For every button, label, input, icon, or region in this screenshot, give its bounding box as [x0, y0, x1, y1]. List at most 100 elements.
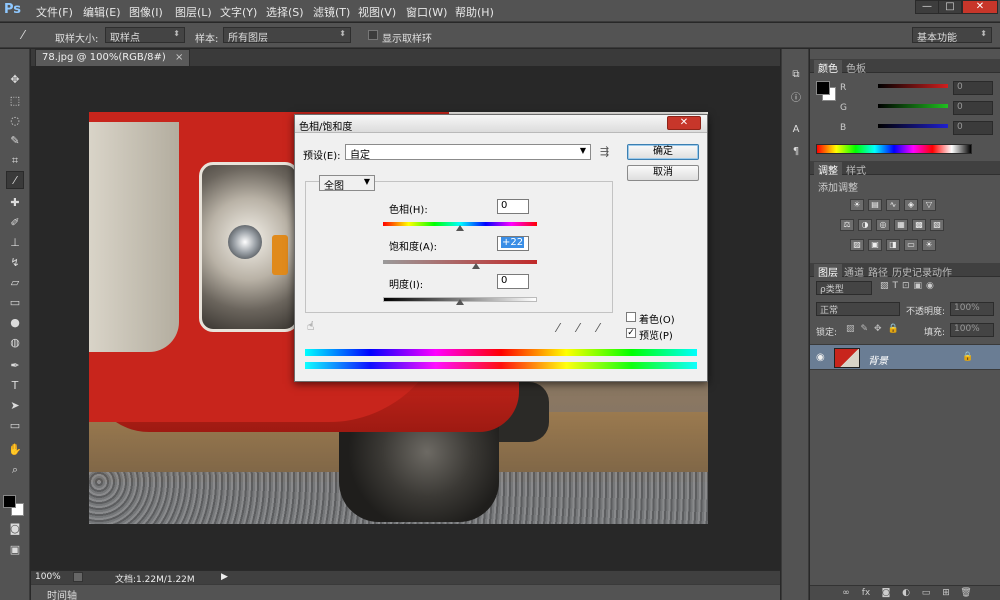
blue-value-input[interactable]: 0: [953, 121, 993, 135]
dodge-tool-icon[interactable]: ◍: [6, 334, 24, 352]
saturation-slider[interactable]: [383, 260, 537, 264]
shape-tool-icon[interactable]: ▭: [6, 417, 24, 435]
tab-swatches[interactable]: 色板: [842, 60, 870, 75]
menu-type[interactable]: 文字(Y): [220, 4, 257, 20]
menu-window[interactable]: 窗口(W): [406, 4, 447, 20]
menu-edit[interactable]: 编辑(E): [83, 4, 121, 20]
sample-select[interactable]: 所有图层 ⬍: [223, 27, 351, 44]
menu-filter[interactable]: 滤镜(T): [313, 4, 350, 20]
screen-mode-icon[interactable]: ▣: [6, 541, 24, 559]
ok-button[interactable]: 确定: [627, 144, 699, 160]
channel-select[interactable]: 全图 ▼: [319, 175, 375, 192]
document-tab[interactable]: 78.jpg @ 100%(RGB/8#) ×: [35, 49, 191, 66]
panel-foreground-swatch[interactable]: [816, 81, 830, 95]
history-brush-tool-icon[interactable]: ↯: [6, 254, 24, 272]
lock-options-icons[interactable]: ▨✎✥🔒: [846, 324, 905, 334]
layer-style-icon[interactable]: fx: [860, 588, 872, 599]
workspace-select[interactable]: 基本功能 ⬍: [912, 27, 992, 44]
opacity-input[interactable]: 100%: [950, 302, 994, 316]
close-tab-icon[interactable]: ×: [175, 52, 183, 63]
new-adjustment-icon[interactable]: ◐: [900, 588, 912, 599]
healing-brush-tool-icon[interactable]: ✚: [6, 194, 24, 212]
cancel-button[interactable]: 取消: [627, 165, 699, 181]
eraser-tool-icon[interactable]: ▱: [6, 274, 24, 292]
tab-styles[interactable]: 样式: [842, 162, 870, 177]
type-tool-icon[interactable]: T: [6, 377, 24, 395]
menu-view[interactable]: 视图(V): [358, 4, 396, 20]
preset-select[interactable]: 自定 ▼: [345, 144, 591, 161]
layer-name[interactable]: 背景: [868, 352, 888, 367]
lightness-input[interactable]: 0: [497, 274, 529, 289]
timeline-tab[interactable]: 时间轴: [47, 587, 77, 600]
gradient-tool-icon[interactable]: ▭: [6, 294, 24, 312]
quick-mask-icon[interactable]: ◙: [6, 520, 24, 538]
pen-tool-icon[interactable]: ✒: [6, 357, 24, 375]
layer-mask-icon[interactable]: ◙: [880, 588, 892, 599]
tab-layers[interactable]: 图层: [814, 264, 842, 279]
maximize-button[interactable]: □: [938, 0, 962, 14]
eyedropper-tool-icon[interactable]: ⁄: [6, 171, 24, 189]
lasso-tool-icon[interactable]: ◌: [6, 112, 24, 130]
hand-tool-icon[interactable]: ✋: [6, 441, 24, 459]
blur-tool-icon[interactable]: ●: [6, 314, 24, 332]
eyedropper-icon[interactable]: ⁄: [557, 321, 559, 335]
saturation-input[interactable]: +22: [497, 236, 529, 251]
invert-icon[interactable]: ▨: [850, 239, 864, 251]
selective-color-icon[interactable]: ▭: [904, 239, 918, 251]
link-layers-icon[interactable]: ∞: [840, 588, 852, 599]
curves-icon[interactable]: ∿: [886, 199, 900, 211]
status-arrow-icon[interactable]: ▶: [221, 572, 228, 582]
lightness-slider-thumb[interactable]: [456, 299, 464, 305]
path-select-tool-icon[interactable]: ➤: [6, 397, 24, 415]
brightness-icon[interactable]: ☀: [850, 199, 864, 211]
blend-mode-select[interactable]: 正常: [816, 302, 900, 316]
bw-icon[interactable]: ◎: [876, 219, 890, 231]
targeted-adjustment-hand-icon[interactable]: ☝: [307, 319, 314, 333]
hue-slider-thumb[interactable]: [456, 225, 464, 231]
dialog-close-button[interactable]: ✕: [667, 116, 701, 130]
foreground-color-swatch[interactable]: [3, 495, 16, 508]
exposure-icon[interactable]: ◈: [904, 199, 918, 211]
blue-slider[interactable]: [878, 124, 948, 128]
tab-adjustments[interactable]: 调整: [814, 162, 842, 177]
fill-input[interactable]: 100%: [950, 323, 994, 337]
marquee-tool-icon[interactable]: ⬚: [6, 92, 24, 110]
photo-filter-icon[interactable]: ▦: [894, 219, 908, 231]
eyedropper-tool-preset-icon[interactable]: ⁄: [14, 26, 32, 44]
layer-row-background[interactable]: ◉ 背景 🔒: [810, 344, 1000, 370]
tab-actions[interactable]: 动作: [928, 264, 956, 279]
eyedropper-plus-icon[interactable]: ⁄: [577, 321, 579, 335]
delete-layer-icon[interactable]: 🗑: [960, 588, 972, 599]
saturation-slider-thumb[interactable]: [472, 263, 480, 269]
crop-tool-icon[interactable]: ⌗: [6, 152, 24, 170]
menu-image[interactable]: 图像(I): [129, 4, 163, 20]
zoom-tool-icon[interactable]: ⌕: [6, 461, 24, 479]
green-value-input[interactable]: 0: [953, 101, 993, 115]
dialog-titlebar[interactable]: 色相/饱和度 ✕: [295, 115, 707, 133]
menu-select[interactable]: 选择(S): [266, 4, 304, 20]
window-close-button[interactable]: ✕: [962, 0, 998, 14]
move-tool-icon[interactable]: ✥: [6, 71, 24, 89]
quick-select-tool-icon[interactable]: ✎: [6, 132, 24, 150]
gradient-map-icon[interactable]: ☀: [922, 239, 936, 251]
brush-tool-icon[interactable]: ✐: [6, 214, 24, 232]
stamp-tool-icon[interactable]: ⊥: [6, 234, 24, 252]
red-slider[interactable]: [878, 84, 948, 88]
colorize-checkbox[interactable]: [626, 312, 636, 322]
color-lookup-icon[interactable]: ▧: [930, 219, 944, 231]
show-ring-checkbox[interactable]: [368, 30, 378, 40]
preset-options-icon[interactable]: ⇶: [600, 145, 609, 158]
layer-filter-icons[interactable]: ▨T⊡▣◉: [880, 281, 990, 295]
new-layer-icon[interactable]: ⊞: [940, 588, 952, 599]
info-panel-icon[interactable]: ⓘ: [788, 91, 804, 107]
new-group-icon[interactable]: ▭: [920, 588, 932, 599]
paragraph-panel-icon[interactable]: ¶: [788, 144, 804, 160]
eye-icon[interactable]: ◉: [816, 352, 825, 363]
character-panel-icon[interactable]: A: [788, 122, 804, 138]
status-menu-icon[interactable]: [73, 572, 83, 582]
green-slider[interactable]: [878, 104, 948, 108]
menu-layer[interactable]: 图层(L): [175, 4, 212, 20]
history-panel-icon[interactable]: ⧉: [788, 67, 804, 83]
color-spectrum-bar[interactable]: [816, 144, 972, 154]
minimize-button[interactable]: —: [915, 0, 939, 14]
